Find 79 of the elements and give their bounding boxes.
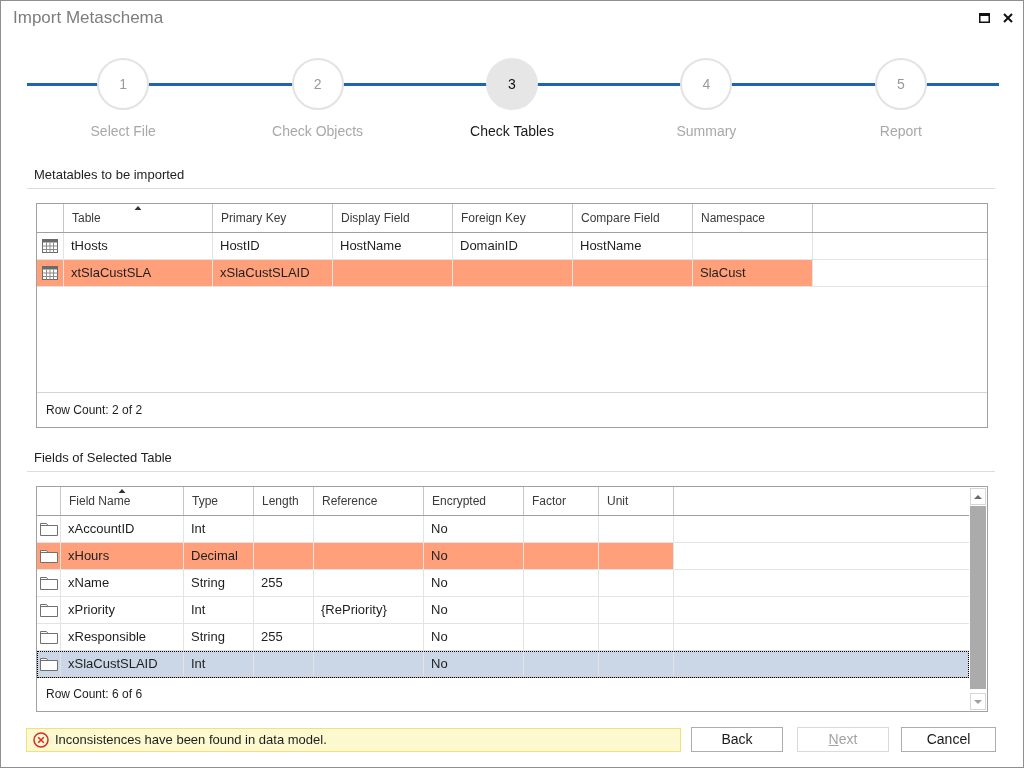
table-cell: String [184,624,254,650]
table-cell: DomainID [453,233,573,259]
table-cell: xSlaCustSLAID [61,651,184,677]
table-grid-icon [42,266,58,280]
table-cell: xAccountID [61,516,184,542]
folder-icon [39,603,58,617]
table-row[interactable]: xtSlaCustSLA xSlaCustSLAID SlaCust [37,260,987,287]
column-header[interactable]: Length [254,487,314,515]
table-cell: No [424,651,524,677]
table-row[interactable]: xPriority Int {RePriority} No [37,597,969,624]
row-count: Row Count: 2 of 2 [46,402,143,419]
table-row[interactable]: xName String 255 No [37,570,969,597]
dialog-button[interactable]: Cancel [901,727,996,752]
column-header[interactable]: Reference [314,487,424,515]
column-header[interactable]: Encrypted [424,487,524,515]
step-label: Check Tables [470,122,554,141]
folder-icon [39,657,58,671]
triangle-up-icon [974,494,982,499]
table-cell: xHours [61,543,184,569]
table-row[interactable]: xHours Decimal No [37,543,969,570]
table-cell: No [424,570,524,596]
table-cell: HostName [333,233,453,259]
table-cell: No [424,516,524,542]
column-header[interactable]: Table [64,204,213,232]
folder-icon [39,549,58,563]
window-title: Import Metaschema [13,6,164,29]
row-count: Row Count: 6 of 6 [46,686,143,703]
column-header[interactable]: Factor [524,487,599,515]
table-cell: SlaCust [693,260,813,286]
table-cell: String [184,570,254,596]
table-cell: {RePriority} [314,597,424,623]
error-icon [33,731,49,748]
column-header[interactable]: Compare Field [573,204,693,232]
table-cell: HostID [213,233,333,259]
table-grid-icon [42,239,58,253]
folder-icon [39,576,58,590]
table-cell: Int [184,651,254,677]
section-heading: Metatables to be imported [34,166,186,184]
step-label: Check Objects [272,122,364,141]
scroll-up-button[interactable] [970,488,986,505]
table-cell: xSlaCustSLAID [213,260,333,286]
column-header[interactable]: Type [184,487,254,515]
table-cell: 255 [254,624,314,650]
table-cell: 255 [254,570,314,596]
column-header[interactable]: Unit [599,487,674,515]
folder-icon [39,522,58,536]
step-label: Select File [90,122,156,141]
table-cell: HostName [573,233,693,259]
scrollbar-thumb[interactable] [970,506,986,689]
triangle-down-icon [974,699,982,704]
table-cell: No [424,624,524,650]
table-cell: Int [184,516,254,542]
step-label: Report [879,122,922,141]
table-cell: xtSlaCustSLA [64,260,213,286]
table-cell: xResponsible [61,624,184,650]
close-icon [1003,12,1013,23]
table-cell: tHosts [64,233,213,259]
section-heading: Fields of Selected Table [34,449,173,467]
column-header[interactable]: Namespace [693,204,813,232]
table-cell: xName [61,570,184,596]
maximize-icon [979,12,990,23]
table-cell: No [424,543,524,569]
maximize-button[interactable] [979,12,990,23]
table-row[interactable]: xSlaCustSLAID Int No [37,651,969,678]
folder-icon [39,630,58,644]
column-header[interactable]: Field Name [61,487,184,515]
status-message: Inconsistences have been found in data model. [55,730,327,749]
scroll-down-button[interactable] [970,693,986,710]
close-button[interactable] [1003,12,1013,23]
step-label: Summary [676,122,737,141]
table-cell: No [424,597,524,623]
table-cell: Decimal [184,543,254,569]
column-header[interactable]: Foreign Key [453,204,573,232]
scrollbar[interactable] [969,487,987,711]
table-cell: xPriority [61,597,184,623]
dialog-button[interactable]: Back [691,727,783,752]
table-cell: Int [184,597,254,623]
column-header[interactable]: Primary Key [213,204,333,232]
column-header[interactable]: Display Field [333,204,453,232]
